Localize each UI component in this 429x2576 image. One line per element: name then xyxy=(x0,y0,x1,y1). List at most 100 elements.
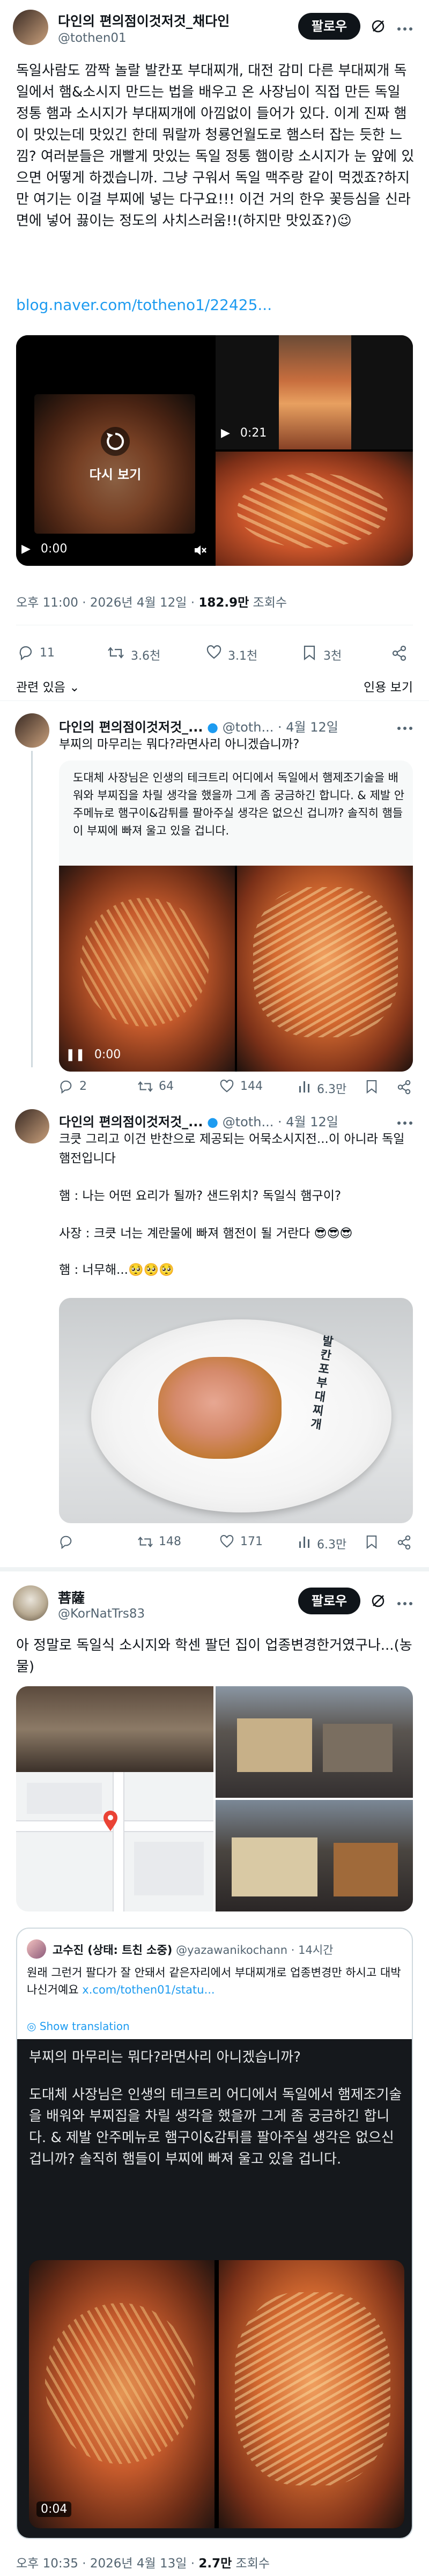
play-icon[interactable]: ▶ xyxy=(221,426,230,440)
retweet-button[interactable]: 64 xyxy=(137,1080,174,1096)
retweet-icon xyxy=(108,647,124,659)
reply1-video-controls[interactable]: ❚❚ 0:00 xyxy=(65,1048,121,1061)
author-name[interactable]: 다인의 편의점이것저것_... xyxy=(59,1114,203,1130)
replay-label: 다시 보기 xyxy=(89,467,142,482)
post-views-suffix: 조회수 xyxy=(249,596,287,610)
author-name[interactable]: 다인의 편의점이것저것_... xyxy=(59,720,203,735)
avatar[interactable] xyxy=(13,1585,48,1621)
image-bottom-right[interactable] xyxy=(216,452,413,566)
share-button[interactable] xyxy=(397,1535,412,1552)
more-icon[interactable] xyxy=(397,723,413,733)
video-top-right-time: 0:21 xyxy=(240,426,267,440)
follow-button[interactable]: 팔로우 xyxy=(298,1588,360,1614)
author-handle[interactable]: @tothen01 xyxy=(58,31,127,45)
like-count: 3.1천 xyxy=(228,649,258,663)
post-views: 182.9만 xyxy=(198,596,249,610)
reply-icon xyxy=(60,1080,72,1094)
replay-button[interactable]: 다시 보기 xyxy=(80,426,150,483)
video-top-right-frame xyxy=(279,335,351,449)
retweet-icon xyxy=(138,1081,153,1092)
sort-relevant[interactable]: 관련 있음 ⌄ xyxy=(16,677,80,695)
avatar[interactable] xyxy=(13,10,48,45)
embedded-media[interactable]: 0:04 xyxy=(29,2260,404,2528)
street-image-bottom[interactable] xyxy=(216,1800,413,1911)
bookmark-button[interactable] xyxy=(366,1535,378,1551)
video-duration: 0:04 xyxy=(36,2501,72,2517)
map-image[interactable] xyxy=(16,1686,213,1911)
retweet-count: 148 xyxy=(159,1535,181,1548)
reply-button[interactable] xyxy=(59,1535,73,1551)
grok-icon[interactable] xyxy=(370,18,386,36)
quote-time: · 14시간 xyxy=(291,1944,334,1957)
view-quotes-link[interactable]: 인용 보기 xyxy=(364,677,413,695)
author-name[interactable]: 다인의 편의점이것저것_채다인 xyxy=(58,11,230,30)
ramen-texture xyxy=(45,2303,195,2464)
post-time[interactable]: 오후 11:00 · 2026년 4월 12일 · xyxy=(16,596,198,610)
show-translation-link[interactable]: ◎ Show translation xyxy=(27,2020,130,2033)
views-button[interactable]: 6.3만 xyxy=(298,1080,346,1096)
heart-icon xyxy=(206,645,221,659)
like-button[interactable]: 171 xyxy=(220,1535,263,1551)
embedded-text-2: 도대체 사장님은 인생의 테크트리 어디에서 독일에서 햄제조기술을 배워와 부… xyxy=(29,2087,402,2167)
quote-link[interactable]: x.com/tothen01/statu... xyxy=(82,1983,214,1996)
reply1-card[interactable]: 도대체 사장님은 인생의 테크트리 어디에서 독일에서 햄제조기술을 배워와 부… xyxy=(59,761,413,1072)
views-button[interactable]: 6.3만 xyxy=(298,1535,346,1552)
author-name[interactable]: 菩薩 xyxy=(58,1588,85,1607)
ramen-texture xyxy=(80,898,209,1027)
post-time[interactable]: 오후 10:35 · 2026년 4월 13일 · xyxy=(16,2557,198,2571)
action-bar: 11 3.6천 3.1천 3천 xyxy=(16,645,413,667)
storefront xyxy=(232,1837,317,1896)
video-top-right-controls[interactable]: ▶ 0:21 xyxy=(221,426,267,440)
follow-button[interactable]: 팔로우 xyxy=(298,13,360,40)
reply-count: 2 xyxy=(79,1080,87,1093)
share-button[interactable] xyxy=(397,1080,412,1097)
embedded-dark-post[interactable]: 부찌의 마무리는 뭐다?라면사리 아니겠습니까? 도대체 사장님은 인생의 테크… xyxy=(17,2039,412,2538)
author-handle[interactable]: @toth... xyxy=(223,720,274,735)
more-icon[interactable] xyxy=(397,1118,413,1128)
like-button[interactable]: 3.1천 xyxy=(206,645,257,663)
reply-button[interactable]: 11 xyxy=(18,645,55,662)
map-pin-icon[interactable] xyxy=(102,1811,119,1834)
post-link[interactable]: blog.naver.com/totheno1/22425... xyxy=(16,296,272,314)
author-handle[interactable]: @toth... xyxy=(223,1114,274,1130)
video-left[interactable]: 다시 보기 ▶ 0:00 xyxy=(16,335,213,566)
noodle-texture xyxy=(237,473,387,548)
avatar[interactable] xyxy=(27,1939,46,1959)
retweet-button[interactable]: 148 xyxy=(137,1535,181,1551)
thread-line xyxy=(31,751,33,1067)
reply-button[interactable]: 2 xyxy=(59,1080,87,1096)
translate-icon: ◎ xyxy=(27,2020,36,2033)
street-image-top[interactable] xyxy=(216,1686,413,1798)
reply2-text-1: 크큿 그리고 이건 반찬으로 제공되는 어묵소시지전...이 아니라 독일햄전입… xyxy=(59,1132,405,1165)
like-button[interactable]: 144 xyxy=(220,1080,263,1096)
video-top-right[interactable]: ▶ 0:21 xyxy=(216,335,413,449)
ramen-texture xyxy=(253,887,398,1037)
show-translation-label: Show translation xyxy=(39,2020,130,2033)
ramen-texture xyxy=(235,2292,390,2485)
bookmark-button[interactable] xyxy=(366,1080,378,1096)
reply1-media[interactable]: ❚❚ 0:00 xyxy=(59,866,413,1072)
views-count: 6.3만 xyxy=(317,1538,347,1552)
street-photo xyxy=(16,1686,213,1772)
grok-icon[interactable] xyxy=(370,1593,386,1611)
retweet-count: 3.6천 xyxy=(131,649,161,663)
reply1-video-time: 0:00 xyxy=(94,1048,121,1061)
reply2-image[interactable]: 발칸포부대찌개 xyxy=(59,1298,413,1523)
video-left-controls[interactable]: ▶ 0:00 xyxy=(21,542,67,556)
volume-icon[interactable] xyxy=(193,543,207,559)
author-handle[interactable]: @KorNatTrs83 xyxy=(58,1607,145,1621)
avatar[interactable] xyxy=(15,1109,49,1143)
bookmark-button[interactable]: 3천 xyxy=(303,645,342,663)
chevron-down-icon: ⌄ xyxy=(69,681,80,695)
quoted-post[interactable]: 고수진 (상태: 트친 소중) @yazawanikochann · 14시간 … xyxy=(16,1928,413,2539)
more-icon[interactable] xyxy=(397,1598,413,1608)
avatar[interactable] xyxy=(15,713,49,748)
pause-icon[interactable]: ❚❚ xyxy=(65,1048,85,1061)
more-icon[interactable] xyxy=(397,24,413,34)
reply-date[interactable]: · 4월 12일 xyxy=(278,1114,338,1130)
share-button[interactable] xyxy=(391,645,408,663)
reply-date[interactable]: · 4월 12일 xyxy=(278,720,338,735)
wink-emoji: 😉 xyxy=(337,213,352,229)
retweet-button[interactable]: 3.6천 xyxy=(107,645,160,663)
play-icon[interactable]: ▶ xyxy=(21,542,31,556)
